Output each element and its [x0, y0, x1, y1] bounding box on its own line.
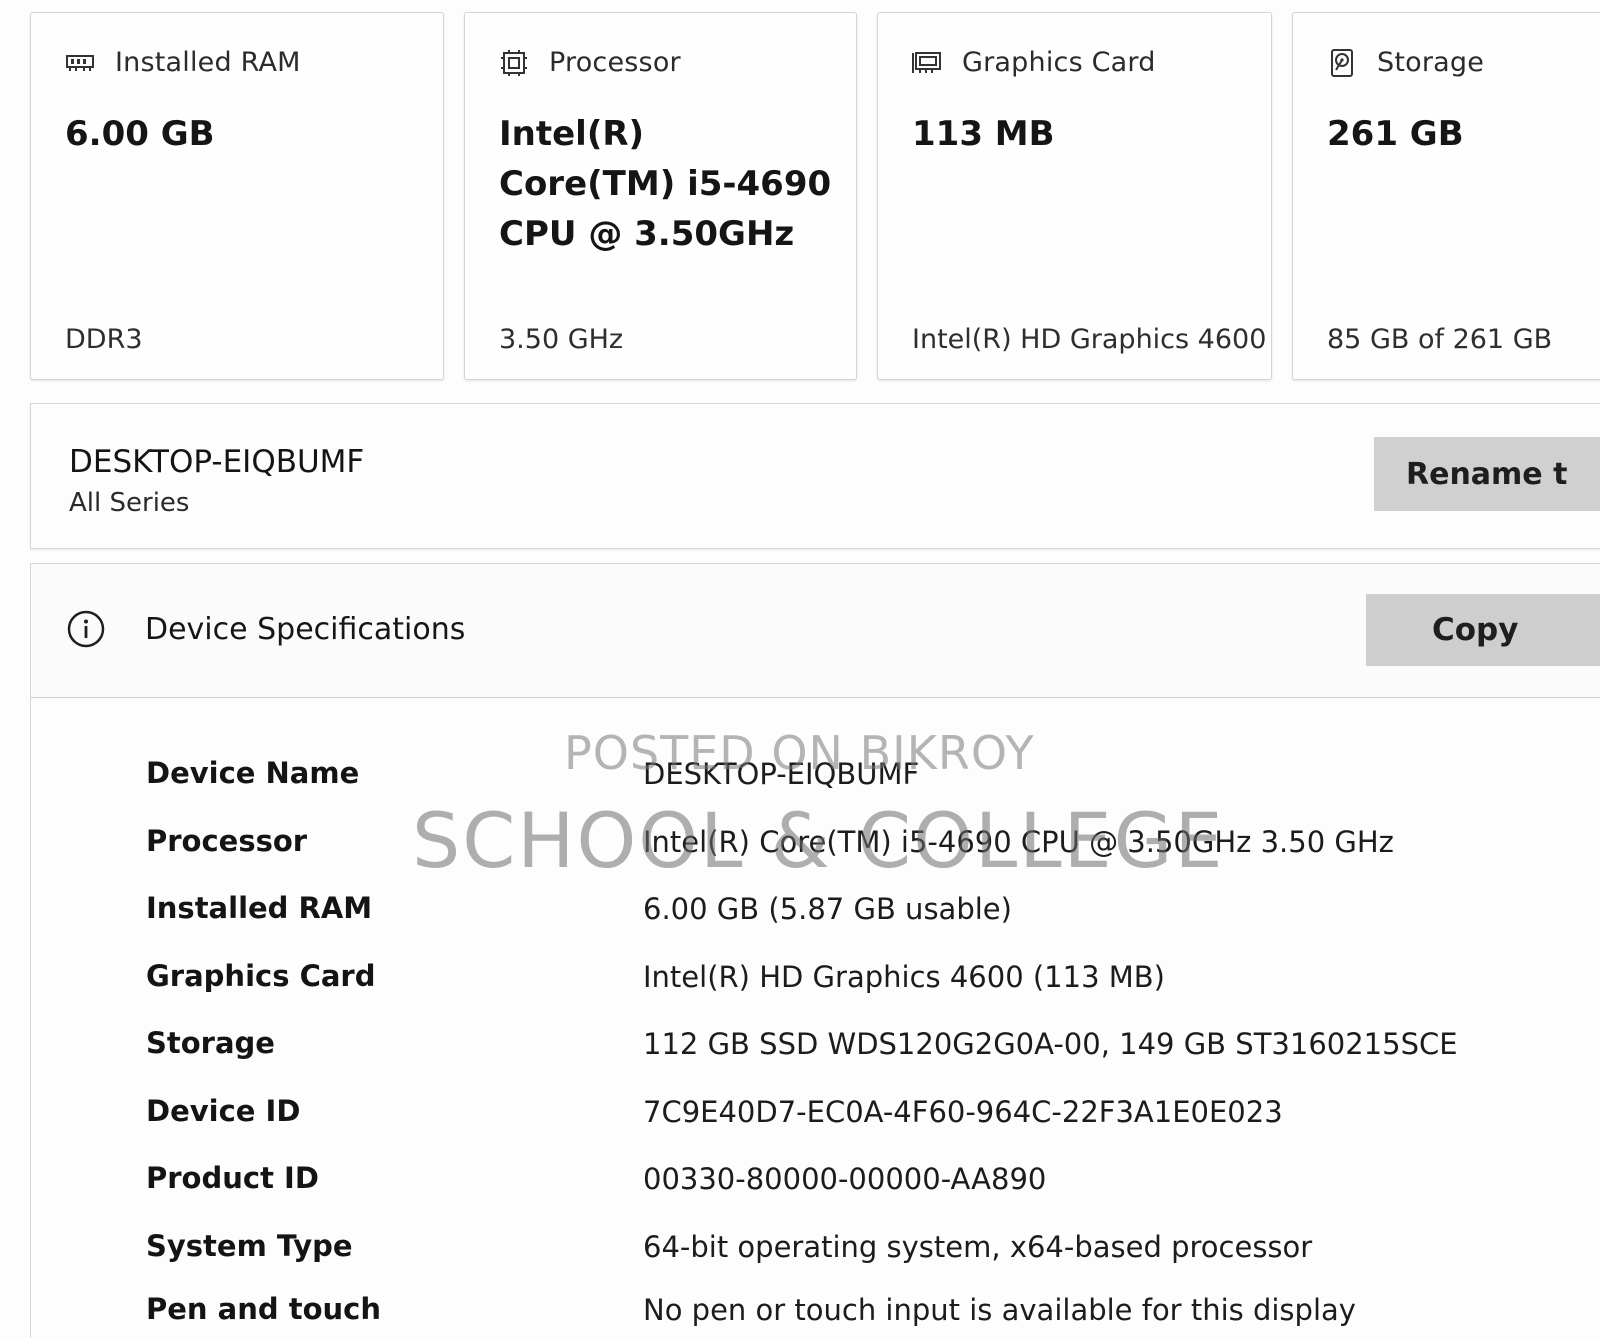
card-title: Graphics Card: [962, 47, 1156, 78]
spec-value: 00330-80000-00000-AA890: [643, 1162, 1047, 1196]
spec-value: 6.00 GB (5.87 GB usable): [643, 892, 1012, 926]
info-icon: [67, 610, 105, 648]
device-name-title: DESKTOP-EIQBUMF: [69, 444, 365, 480]
device-specifications-title: Device Specifications: [145, 612, 466, 647]
device-specifications-header[interactable]: Device Specifications Copy: [31, 564, 1600, 698]
spec-key: System Type: [146, 1229, 353, 1263]
spec-key: Graphics Card: [146, 959, 376, 993]
card-subtitle: 85 GB of 261 GB: [1327, 324, 1553, 355]
spec-key: Storage: [146, 1026, 275, 1060]
device-name-panel: DESKTOP-EIQBUMF All Series Rename t: [30, 403, 1600, 549]
spec-row: Installed RAM 6.00 GB (5.87 GB usable): [31, 891, 1600, 941]
device-specifications-panel: Device Specifications Copy Device Name D…: [30, 563, 1600, 1338]
spec-row: Processor Intel(R) Core(TM) i5-4690 CPU …: [31, 824, 1600, 874]
storage-card: Storage 261 GB 85 GB of 261 GB: [1292, 12, 1600, 380]
card-value: 6.00 GB: [65, 114, 215, 154]
card-value: Intel(R) Core(TM) i5-4690 CPU @ 3.50GHz: [499, 114, 832, 254]
spec-value: Intel(R) HD Graphics 4600 (113 MB): [643, 960, 1165, 994]
installed-ram-card: Installed RAM 6.00 GB DDR3: [30, 12, 444, 380]
spec-key: Device ID: [146, 1094, 301, 1128]
spec-key: Pen and touch: [146, 1292, 382, 1326]
device-model: All Series: [69, 488, 190, 518]
spec-value: DESKTOP-EIQBUMF: [643, 757, 920, 791]
graphics-card-icon: [912, 48, 942, 78]
spec-value: Intel(R) Core(TM) i5-4690 CPU @ 3.50GHz …: [643, 825, 1394, 859]
spec-value: 7C9E40D7-EC0A-4F60-964C-22F3A1E0E023: [643, 1095, 1283, 1129]
copy-button[interactable]: Copy: [1366, 594, 1600, 666]
ram-icon: [65, 48, 95, 78]
card-subtitle: Intel(R) HD Graphics 4600: [912, 324, 1267, 355]
spec-value: 112 GB SSD WDS120G2G0A-00, 149 GB ST3160…: [643, 1027, 1458, 1061]
card-title: Storage: [1377, 47, 1485, 78]
spec-key: Processor: [146, 824, 308, 858]
processor-icon: [499, 48, 529, 78]
spec-key: Device Name: [146, 756, 360, 790]
spec-row: Device ID 7C9E40D7-EC0A-4F60-964C-22F3A1…: [31, 1094, 1600, 1144]
card-subtitle: DDR3: [65, 324, 143, 355]
spec-row: Device Name DESKTOP-EIQBUMF: [31, 756, 1600, 806]
card-title: Installed RAM: [115, 47, 301, 78]
rename-pc-button[interactable]: Rename t: [1374, 437, 1600, 511]
card-value: 261 GB: [1327, 114, 1464, 154]
spec-row: Product ID 00330-80000-00000-AA890: [31, 1161, 1600, 1211]
spec-row: Pen and touch No pen or touch input is a…: [31, 1292, 1600, 1338]
spec-row: System Type 64-bit operating system, x64…: [31, 1229, 1600, 1279]
spec-key: Installed RAM: [146, 891, 373, 925]
card-value: 113 MB: [912, 114, 1055, 154]
processor-card: Processor Intel(R) Core(TM) i5-4690 CPU …: [464, 12, 857, 380]
storage-icon: [1327, 48, 1357, 78]
spec-value: No pen or touch input is available for t…: [643, 1293, 1356, 1327]
card-subtitle: 3.50 GHz: [499, 324, 624, 355]
graphics-card-card: Graphics Card 113 MB Intel(R) HD Graphic…: [877, 12, 1272, 380]
card-title: Processor: [549, 47, 681, 78]
system-about-page: Installed RAM 6.00 GB DDR3 Processor Int…: [0, 0, 1600, 1338]
spec-row: Graphics Card Intel(R) HD Graphics 4600 …: [31, 959, 1600, 1009]
spec-value: 64-bit operating system, x64-based proce…: [643, 1230, 1313, 1264]
spec-row: Storage 112 GB SSD WDS120G2G0A-00, 149 G…: [31, 1026, 1600, 1076]
spec-key: Product ID: [146, 1161, 319, 1195]
